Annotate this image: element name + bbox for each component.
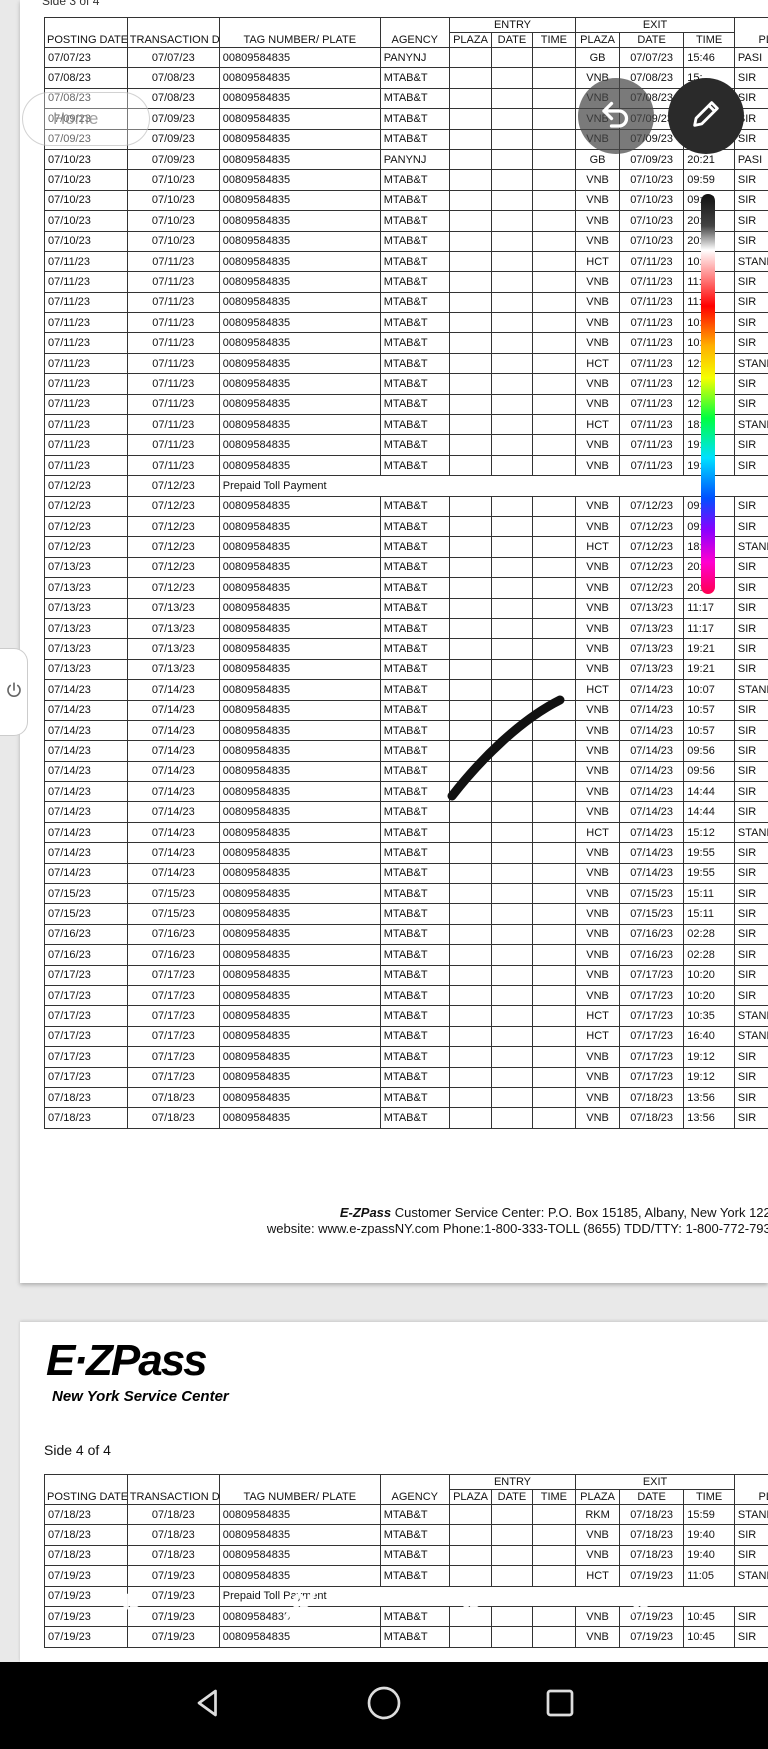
undo-button[interactable]	[578, 78, 654, 154]
brush-button-4[interactable]	[612, 1578, 668, 1634]
back-triangle-icon	[190, 1685, 226, 1726]
brush-icon	[108, 1582, 152, 1631]
brush-button-3[interactable]	[442, 1578, 498, 1634]
recents-square-icon	[542, 1685, 578, 1726]
screen: Side 3 of 4 POSTING DATE TRANSACTION DAT…	[0, 0, 768, 1749]
pen-tool-button[interactable]	[668, 78, 744, 154]
undo-icon	[598, 96, 634, 137]
pen-icon	[689, 97, 723, 136]
brush-icon	[448, 1582, 492, 1631]
home-circle-icon	[364, 1683, 404, 1728]
recents-button[interactable]	[530, 1676, 590, 1736]
brush-button-1[interactable]	[102, 1578, 158, 1634]
navigation-bar	[0, 1662, 768, 1749]
home-chip[interactable]: Home	[22, 92, 150, 146]
power-icon	[5, 681, 23, 704]
back-button[interactable]	[178, 1676, 238, 1736]
power-tab[interactable]	[0, 648, 28, 736]
drawn-stroke	[447, 695, 565, 801]
home-button[interactable]	[354, 1676, 414, 1736]
color-slider[interactable]	[701, 194, 715, 594]
brush-button-2[interactable]	[272, 1578, 328, 1634]
home-chip-label: Home	[53, 109, 99, 128]
brush-icon	[278, 1582, 322, 1631]
brush-icon	[618, 1582, 662, 1631]
